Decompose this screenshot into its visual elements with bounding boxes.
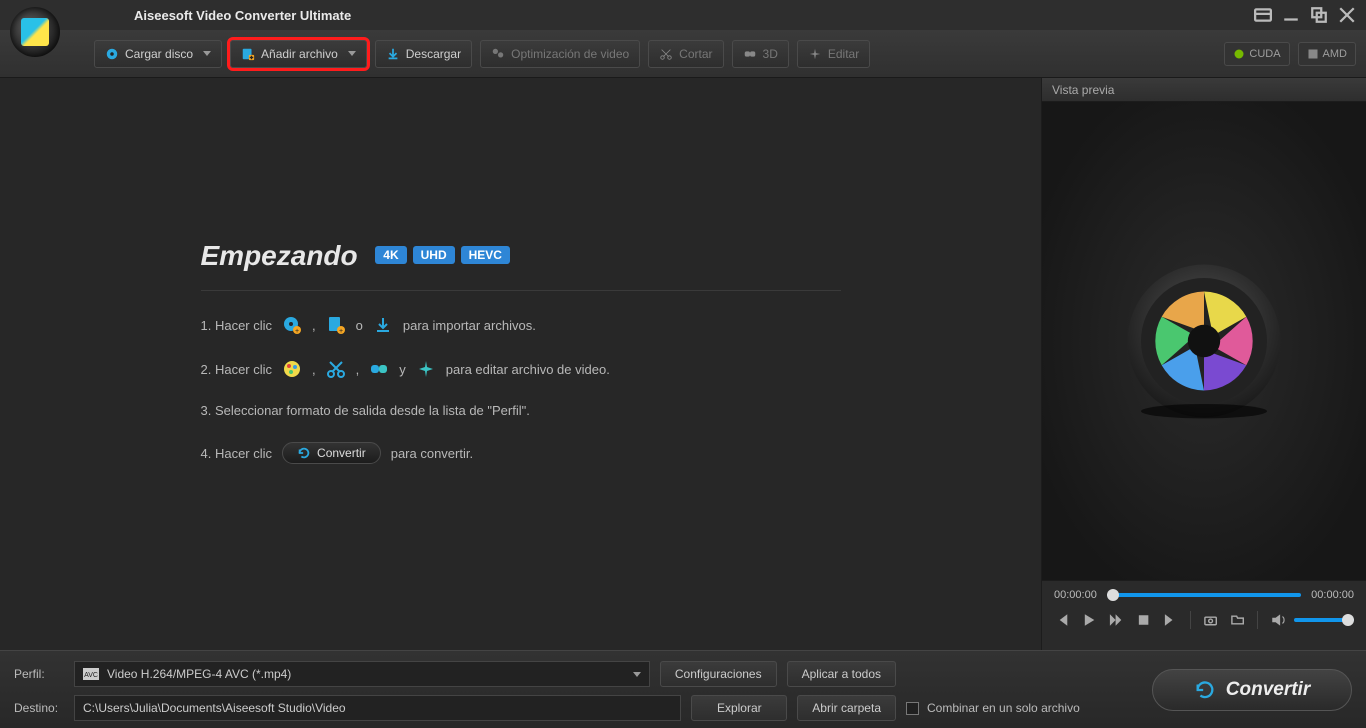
add-file-icon bbox=[241, 47, 255, 61]
scissors-icon bbox=[659, 47, 673, 61]
video-optimization-button[interactable]: Optimización de video bbox=[480, 40, 640, 68]
sparkle-icon bbox=[808, 47, 822, 61]
refresh-icon bbox=[1194, 679, 1216, 701]
threeD-icon bbox=[743, 47, 757, 61]
download-icon bbox=[373, 315, 393, 335]
time-start: 00:00:00 bbox=[1054, 589, 1097, 601]
badge-uhd: UHD bbox=[413, 246, 455, 264]
app-title: Aiseesoft Video Converter Ultimate bbox=[134, 8, 351, 23]
add-file-icon: + bbox=[326, 315, 346, 335]
refresh-icon bbox=[297, 446, 311, 460]
convert-pill: Convertir bbox=[282, 442, 381, 464]
settings-button[interactable]: Configuraciones bbox=[660, 661, 777, 687]
next-track-icon[interactable] bbox=[1163, 611, 1178, 629]
wand-icon bbox=[491, 47, 505, 61]
threeD-button[interactable]: 3D bbox=[732, 40, 789, 68]
profile-label: Perfil: bbox=[14, 667, 64, 681]
badge-hevc: HEVC bbox=[461, 246, 510, 264]
disc-icon: + bbox=[282, 315, 302, 335]
preview-panel: Vista previa bbox=[1041, 78, 1366, 650]
seek-track[interactable] bbox=[1107, 593, 1301, 597]
seek-bar: 00:00:00 00:00:00 bbox=[1054, 589, 1354, 601]
snapshot-icon[interactable] bbox=[1203, 611, 1218, 629]
edit-button[interactable]: Editar bbox=[797, 40, 870, 68]
badge-4k: 4K bbox=[375, 246, 406, 264]
avc-icon: AVC bbox=[83, 668, 99, 680]
edit-label: Editar bbox=[828, 47, 859, 61]
add-file-button[interactable]: Añadir archivo bbox=[230, 40, 367, 68]
open-folder-button[interactable]: Abrir carpeta bbox=[797, 695, 896, 721]
volume-icon[interactable] bbox=[1270, 611, 1288, 629]
download-button[interactable]: Descargar bbox=[375, 40, 472, 68]
load-disc-button[interactable]: Cargar disco bbox=[94, 40, 222, 68]
amd-badge[interactable]: AMD bbox=[1298, 42, 1356, 66]
folder-icon[interactable] bbox=[1230, 611, 1245, 629]
preview-canvas bbox=[1042, 102, 1366, 580]
step-1: 1. Hacer clic + , + o para importar arch… bbox=[201, 315, 841, 335]
apply-all-button[interactable]: Aplicar a todos bbox=[787, 661, 896, 687]
merge-checkbox[interactable] bbox=[906, 702, 919, 715]
close-icon[interactable] bbox=[1338, 6, 1356, 24]
toolbar: Cargar disco Añadir archivo Descargar Op… bbox=[0, 30, 1366, 78]
preview-controls: 00:00:00 00:00:00 bbox=[1042, 580, 1366, 650]
profile-select[interactable]: AVC Video H.264/MPEG-4 AVC (*.mp4) bbox=[74, 661, 650, 687]
aperture-icon bbox=[1114, 251, 1294, 431]
cuda-badge[interactable]: CUDA bbox=[1224, 42, 1289, 66]
volume-control bbox=[1270, 611, 1354, 629]
window-buttons bbox=[1254, 6, 1356, 24]
stop-icon[interactable] bbox=[1136, 611, 1151, 629]
time-end: 00:00:00 bbox=[1311, 589, 1354, 601]
palette-icon bbox=[282, 359, 302, 379]
getting-started-heading: Empezando bbox=[201, 240, 358, 272]
content-area: Empezando 4K UHD HEVC 1. Hacer clic + , … bbox=[0, 78, 1041, 650]
convert-label: Convertir bbox=[1226, 679, 1310, 701]
volume-track[interactable] bbox=[1294, 618, 1354, 622]
svg-text:+: + bbox=[339, 328, 343, 335]
nvidia-icon bbox=[1233, 48, 1245, 60]
chevron-down-icon bbox=[348, 51, 356, 56]
bottom-bar: Perfil: AVC Video H.264/MPEG-4 AVC (*.mp… bbox=[0, 650, 1366, 728]
svg-text:AVC: AVC bbox=[84, 672, 98, 679]
scissors-icon bbox=[326, 359, 346, 379]
cut-label: Cortar bbox=[679, 47, 712, 61]
threeD-label: 3D bbox=[763, 47, 778, 61]
chevron-down-icon bbox=[633, 672, 641, 677]
minimize-icon[interactable] bbox=[1282, 6, 1300, 24]
prev-track-icon[interactable] bbox=[1054, 611, 1069, 629]
dest-field[interactable]: C:\Users\Julia\Documents\Aiseesoft Studi… bbox=[74, 695, 681, 721]
profile-value: Video H.264/MPEG-4 AVC (*.mp4) bbox=[107, 667, 291, 681]
step-2: 2. Hacer clic , , y para editar archivo … bbox=[201, 359, 841, 379]
app-root: Aiseesoft Video Converter Ultimate Carga… bbox=[0, 0, 1366, 728]
dest-value: C:\Users\Julia\Documents\Aiseesoft Studi… bbox=[83, 701, 346, 715]
browse-button[interactable]: Explorar bbox=[691, 695, 787, 721]
merge-label: Combinar en un solo archivo bbox=[927, 701, 1080, 715]
step-4: 4. Hacer clic Convertir para convertir. bbox=[201, 442, 841, 464]
dest-label: Destino: bbox=[14, 701, 64, 715]
threeD-icon bbox=[369, 359, 389, 379]
app-logo bbox=[10, 7, 60, 57]
fast-forward-icon[interactable] bbox=[1108, 611, 1123, 629]
play-icon[interactable] bbox=[1081, 611, 1096, 629]
main-area: Empezando 4K UHD HEVC 1. Hacer clic + , … bbox=[0, 78, 1366, 650]
title-bar: Aiseesoft Video Converter Ultimate bbox=[0, 0, 1366, 30]
download-icon bbox=[386, 47, 400, 61]
convert-button[interactable]: Convertir bbox=[1152, 669, 1352, 711]
step-3: 3. Seleccionar formato de salida desde l… bbox=[201, 403, 841, 418]
amd-icon bbox=[1307, 48, 1319, 60]
chevron-down-icon bbox=[203, 51, 211, 56]
svg-text:+: + bbox=[295, 328, 299, 335]
cut-button[interactable]: Cortar bbox=[648, 40, 723, 68]
disc-icon bbox=[105, 47, 119, 61]
download-label: Descargar bbox=[406, 47, 461, 61]
load-disc-label: Cargar disco bbox=[125, 47, 193, 61]
getting-started-panel: Empezando 4K UHD HEVC 1. Hacer clic + , … bbox=[201, 240, 841, 488]
register-icon[interactable] bbox=[1254, 6, 1272, 24]
preview-header: Vista previa bbox=[1042, 78, 1366, 102]
add-file-label: Añadir archivo bbox=[261, 47, 338, 61]
video-optimization-label: Optimización de video bbox=[511, 47, 629, 61]
sparkle-icon bbox=[416, 359, 436, 379]
maximize-icon[interactable] bbox=[1310, 6, 1328, 24]
